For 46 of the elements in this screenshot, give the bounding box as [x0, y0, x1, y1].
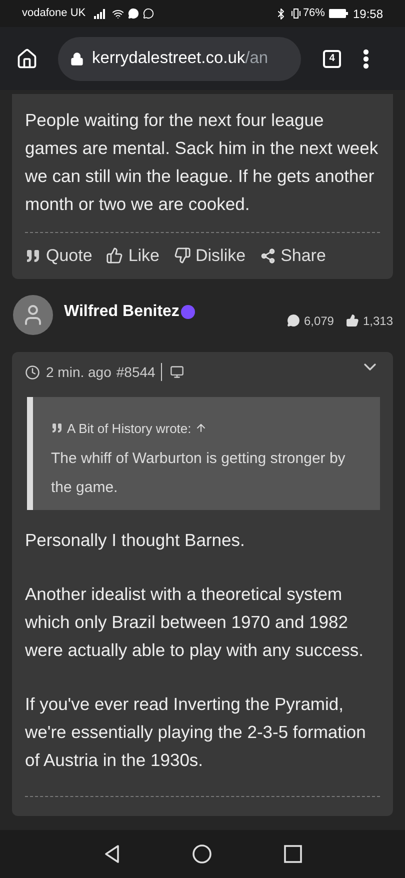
url-text: kerrydalestreet.co.uk/an: [92, 48, 268, 70]
menu-icon: [363, 48, 369, 68]
post-text: Another idealist with a theoretical system which only Brazil between 1970 and 1982 were actually able to play with any success.: [25, 583, 364, 662]
vibrate-icon: [290, 8, 301, 19]
quote-icon: [25, 248, 41, 264]
monitor-icon: [170, 365, 184, 379]
dislike-button[interactable]: Dislike: [174, 243, 246, 268]
battery-percent: 76%: [302, 6, 325, 22]
clock-time: 19:58: [352, 6, 383, 22]
quote-icon: [51, 422, 63, 434]
thumbs-up-icon: [106, 247, 124, 264]
battery-icon: [328, 9, 349, 18]
arrow-up-icon[interactable]: [195, 422, 208, 434]
home-button[interactable]: [192, 844, 212, 864]
tab-count-button[interactable]: 4: [323, 50, 341, 68]
share-icon: [260, 248, 276, 264]
menu-button[interactable]: [363, 48, 369, 68]
like-count: 1,313: [362, 312, 393, 330]
post-text: People waiting for the next four league games are mental. Sack him in the next week we can still win the league. If he gets another month or two we are cooked.: [25, 109, 380, 216]
author-name: Wilfred Benitez: [64, 302, 180, 322]
post-text: Personally I thought Barnes.: [25, 529, 246, 552]
thumbs-down-icon: [174, 247, 190, 264]
address-bar[interactable]: kerrydalestreet.co.uk/an: [58, 36, 301, 80]
avatar: [13, 294, 53, 334]
like-button[interactable]: Like: [106, 243, 160, 268]
signal-icon: [94, 8, 108, 18]
clock-icon: [25, 364, 40, 380]
lock-icon: [70, 52, 84, 66]
speech-bubble-icon: [286, 314, 300, 327]
carrier-name: vodafone UK: [22, 6, 86, 22]
home-icon: [192, 844, 212, 864]
wifi-icon: [112, 8, 124, 20]
quote-button[interactable]: Quote: [25, 243, 92, 268]
recents-button[interactable]: [284, 845, 302, 863]
post-count: 6,079: [304, 312, 334, 330]
thumbs-up-icon: [346, 314, 359, 327]
quote-text: The whiff of Warburton is getting stronger by the game.: [51, 449, 346, 498]
post-text: If you've ever read Inverting the Pyramid, we're essentially playing the 2-3-5 formation of Austria in the 1930s.: [25, 693, 367, 772]
post-time: 2 min. ago: [46, 362, 112, 382]
back-button[interactable]: [104, 844, 120, 864]
quote-author: A Bit of History wrote:: [67, 420, 192, 438]
post-number: #8544: [116, 362, 156, 382]
back-icon: [104, 844, 120, 864]
share-button[interactable]: Share: [260, 243, 326, 268]
home-icon: [16, 48, 38, 70]
recents-icon: [284, 845, 302, 863]
